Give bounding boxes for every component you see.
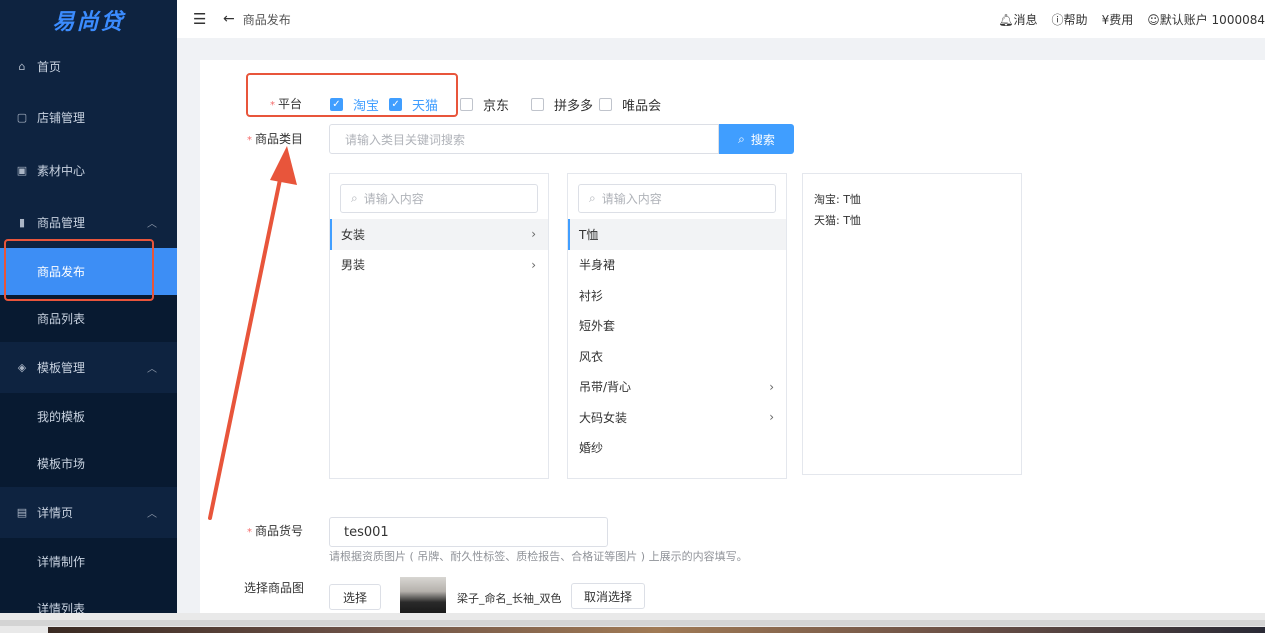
chevron-up-icon: ︿ <box>147 509 157 520</box>
sidebar-item-label: 素材中心 <box>37 163 86 178</box>
sidebar-item-template[interactable]: ◈ 模板管理 ︿ <box>0 342 177 393</box>
home-icon: ⌂ <box>18 59 26 73</box>
sidebar-item-template-market[interactable]: 模板市场 <box>0 440 177 487</box>
category-item[interactable]: 风衣 <box>568 341 786 372</box>
chevron-up-icon: ︿ <box>147 364 157 375</box>
cancel-selection-button[interactable]: 取消选择 <box>571 583 645 609</box>
image-icon: ▣ <box>16 163 28 177</box>
category-item[interactable]: 男装 › <box>330 250 548 281</box>
bar-chart-icon: ▮ <box>18 215 26 229</box>
search-icon: ⌕ <box>589 191 596 205</box>
category-item[interactable]: 吊带/背心 › <box>568 372 786 403</box>
scrollbar-thumb[interactable] <box>48 627 1265 633</box>
platform-pdd-checkbox[interactable]: 拼多多 <box>531 95 593 114</box>
platform-jd-checkbox[interactable]: 京东 <box>460 95 509 114</box>
chevron-right-icon: › <box>531 227 536 242</box>
category-level2-column: ⌕ 请输入内容 T恤 半身裙 衬衫 短外套 风衣 吊带/背心 › 大码女装 › … <box>567 173 787 479</box>
sidebar-item-my-template[interactable]: 我的模板 <box>0 393 177 440</box>
messages-link[interactable]: 🔔︎消息 <box>998 11 1037 28</box>
summary-line: 淘宝: T恤 <box>814 193 861 206</box>
category-item[interactable]: 短外套 <box>568 311 786 342</box>
menu-fold-icon[interactable]: ☰ <box>193 10 211 28</box>
search-icon: ⌕ <box>351 191 358 205</box>
sidebar-item-home[interactable]: ⌂ 首页 <box>0 41 177 91</box>
category-item[interactable]: 婚纱 <box>568 433 786 464</box>
image-label: 选择商品图 <box>244 581 305 595</box>
image-name: 梁子_命名_长袖_双色 <box>457 592 562 605</box>
user-icon: ☺ <box>1147 12 1160 27</box>
category-search-input[interactable]: 请输入类目关键词搜索 <box>329 124 719 154</box>
sidebar-item-detail[interactable]: ▤ 详情页 ︿ <box>0 487 177 538</box>
document-icon: ▤ <box>16 506 28 519</box>
platform-vip-checkbox[interactable]: 唯品会 <box>599 95 661 114</box>
layers-icon: ◈ <box>17 361 27 374</box>
sidebar-item-label: 商品管理 <box>37 215 86 230</box>
sidebar-item-detail-make[interactable]: 详情制作 <box>0 538 177 585</box>
help-link[interactable]: ⓘ帮助 <box>1052 11 1088 28</box>
shop-icon: ▢ <box>16 111 28 124</box>
sidebar-item-detail-list[interactable]: 详情列表 <box>0 585 177 613</box>
level2-filter-input[interactable]: ⌕ 请输入内容 <box>578 184 776 213</box>
account-link[interactable]: ☺默认账户 1000084 <box>1147 11 1265 28</box>
annotation-box-menu <box>4 239 154 301</box>
chevron-up-icon: ︿ <box>147 218 157 230</box>
category-level1-column: ⌕ 请输入内容 女装 › 男装 › <box>329 173 549 479</box>
chevron-right-icon: › <box>769 410 774 425</box>
top-links: 🔔︎消息 ⓘ帮助 ¥费用 ☺默认账户 1000084 <box>998 11 1265 28</box>
annotation-box-platform <box>246 73 458 117</box>
fees-link[interactable]: ¥费用 <box>1102 11 1134 28</box>
sku-input[interactable]: tes001 <box>329 517 608 547</box>
level1-filter-input[interactable]: ⌕ 请输入内容 <box>340 184 538 213</box>
sidebar-item-label: 店铺管理 <box>37 111 86 125</box>
category-item[interactable]: 女装 › <box>330 219 548 250</box>
sidebar-item-label: 详情页 <box>37 506 74 520</box>
chevron-right-icon: › <box>531 257 536 272</box>
category-label: * 商品类目 <box>247 132 304 146</box>
chevron-right-icon: › <box>769 379 774 394</box>
bell-icon: 🔔︎ <box>998 12 1014 27</box>
sidebar-item-material[interactable]: ▣ 素材中心 <box>0 144 177 196</box>
category-item[interactable]: 大码女装 › <box>568 402 786 433</box>
sidebar-item-shop[interactable]: ▢ 店铺管理 <box>0 91 177 144</box>
form-panel: * 平台 ✓ 淘宝 ✓ 天猫 京东 拼多多 唯品会 * 商品类目 请输入类目关键词搜… <box>200 60 1265 613</box>
choose-image-button[interactable]: 选择 <box>329 584 381 610</box>
page-title: 商品发布 <box>242 12 291 27</box>
sidebar-item-label: 首页 <box>37 59 62 74</box>
summary-line: 天猫: T恤 <box>814 214 861 227</box>
sidebar-item-label: 模板管理 <box>37 361 86 375</box>
sidebar: 易尚贷 ⌂ 首页 ▢ 店铺管理 ▣ 素材中心 ▮ 商品管理 ︿ 商品发布 商品列… <box>0 0 177 613</box>
brand-logo: 易尚贷 <box>52 10 125 35</box>
search-button[interactable]: ⌕ 搜索 <box>719 124 794 154</box>
top-bar: ☰ ← 商品发布 🔔︎消息 ⓘ帮助 ¥费用 ☺默认账户 1000084 <box>177 0 1265 38</box>
sku-label: * 商品货号 <box>247 524 304 538</box>
category-item[interactable]: 衬衫 <box>568 280 786 311</box>
help-icon: ⓘ <box>1051 12 1064 27</box>
category-item[interactable]: 半身裙 <box>568 250 786 281</box>
search-icon: ⌕ <box>738 131 745 146</box>
back-arrow-icon[interactable]: ← <box>223 11 235 27</box>
product-thumbnail <box>400 577 446 613</box>
selected-category-summary: 淘宝: T恤 天猫: T恤 <box>802 173 1022 475</box>
category-item[interactable]: T恤 <box>568 219 786 250</box>
sku-hint: 请根据资质图片 ( 吊牌、耐久性标签、质检报告、合格证等图片 ) 上展示的内容填… <box>329 550 748 563</box>
sidebar-item-product-list[interactable]: 商品列表 <box>0 295 177 342</box>
